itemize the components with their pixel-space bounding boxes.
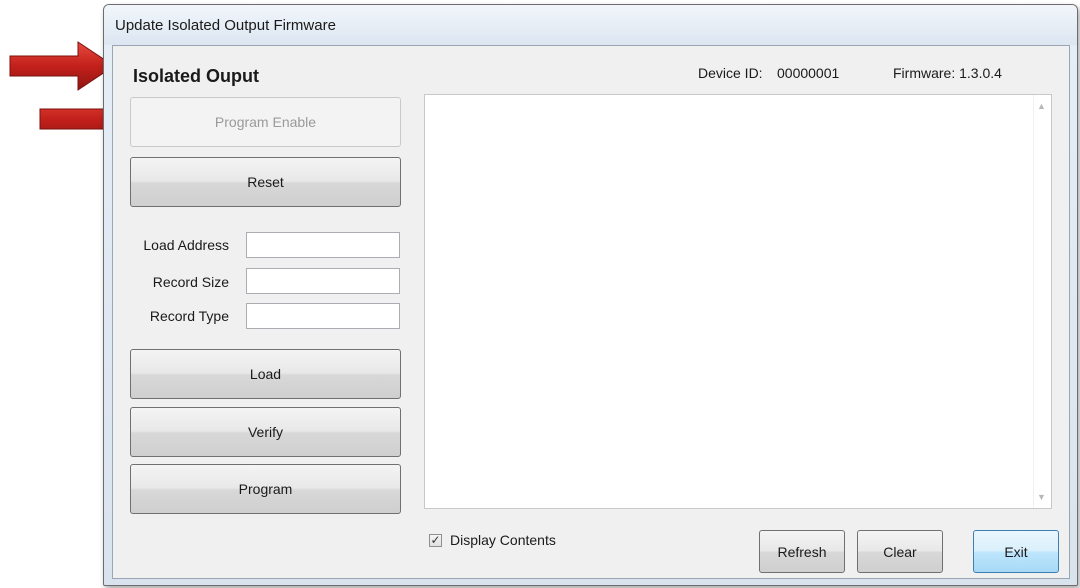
reset-button[interactable]: Reset (130, 157, 401, 207)
scroll-down-icon[interactable]: ▼ (1037, 492, 1046, 502)
display-contents-checkbox[interactable]: ✓ (429, 534, 442, 547)
load-address-label: Load Address (143, 237, 229, 253)
verify-button[interactable]: Verify (130, 407, 401, 457)
title-bar[interactable]: Update Isolated Output Firmware (104, 5, 1077, 45)
scroll-up-icon[interactable]: ▲ (1037, 101, 1046, 111)
clear-button[interactable]: Clear (857, 530, 943, 573)
program-enable-button[interactable]: Program Enable (130, 97, 401, 147)
record-size-label: Record Size (152, 274, 229, 290)
device-id-label: Device ID: (698, 65, 763, 81)
contents-textarea[interactable]: ▲ ▼ (424, 94, 1052, 509)
client-area: Isolated Ouput Device ID: 00000001 Firmw… (112, 45, 1070, 579)
firmware-version-label: Firmware: 1.3.0.4 (893, 65, 1002, 81)
firmware-update-window: Update Isolated Output Firmware Isolated… (103, 4, 1078, 586)
device-id-value: 00000001 (777, 65, 840, 81)
program-button[interactable]: Program (130, 464, 401, 514)
refresh-button[interactable]: Refresh (759, 530, 845, 573)
record-type-input[interactable] (246, 303, 400, 329)
annotation-arrow-title (9, 41, 115, 91)
record-type-label: Record Type (149, 308, 229, 324)
display-contents-label[interactable]: Display Contents (450, 532, 556, 548)
load-address-input[interactable] (246, 232, 400, 258)
exit-button[interactable]: Exit (973, 530, 1059, 573)
vertical-scrollbar[interactable]: ▲ ▼ (1033, 95, 1051, 508)
window-title: Update Isolated Output Firmware (115, 17, 336, 34)
load-button[interactable]: Load (130, 349, 401, 399)
section-title: Isolated Ouput (133, 66, 259, 86)
record-size-input[interactable] (246, 268, 400, 294)
